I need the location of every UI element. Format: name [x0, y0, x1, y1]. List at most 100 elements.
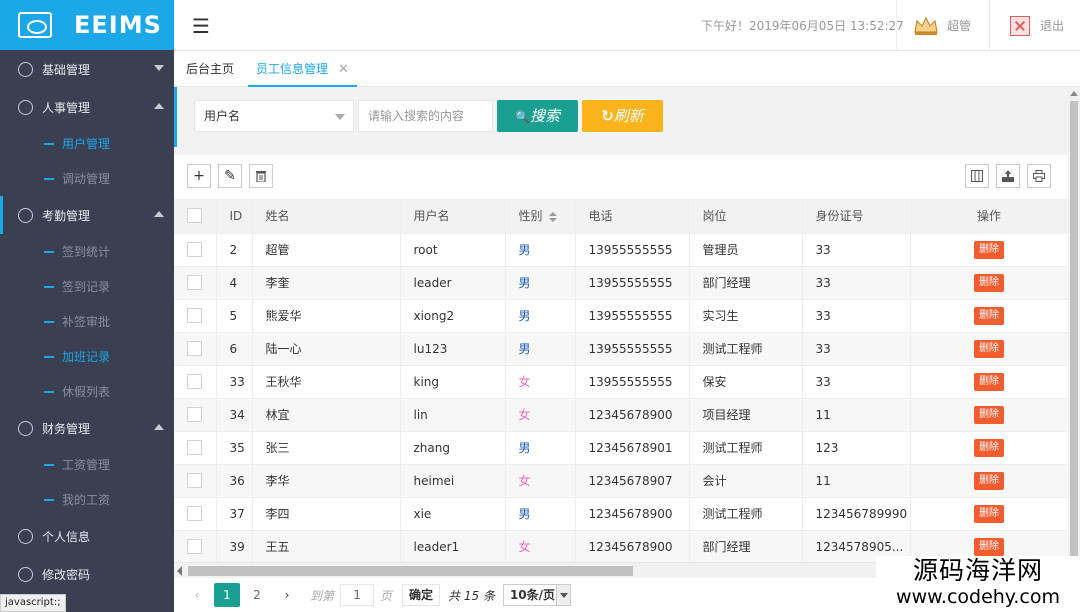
row-checkbox[interactable] — [174, 464, 217, 498]
row-checkbox[interactable] — [174, 365, 217, 399]
key-icon — [18, 566, 33, 582]
tab-home[interactable]: 后台主页 — [186, 51, 234, 87]
cell-id: 2 — [216, 233, 253, 267]
cell-phone: 12345678900 — [575, 530, 690, 562]
delete-button[interactable] — [249, 164, 273, 188]
col-gender[interactable]: 性别 — [505, 199, 576, 234]
scroll-up-arrow-icon[interactable] — [1070, 91, 1078, 96]
menu-toggle-icon[interactable]: ☰ — [192, 14, 210, 38]
logout-button[interactable]: 退出 — [989, 0, 1080, 51]
sidebar-item[interactable]: 休假列表 — [0, 374, 174, 409]
sidebar-group-label: 个人信息 — [42, 529, 91, 544]
select-all-checkbox[interactable] — [174, 199, 217, 234]
row-delete-button[interactable]: 删除 — [974, 537, 1004, 556]
export-button[interactable] — [996, 164, 1020, 188]
cell-id: 37 — [216, 497, 253, 531]
sidebar-group[interactable]: 考勤管理 — [0, 196, 174, 234]
row-checkbox[interactable] — [174, 497, 217, 531]
prev-page-button[interactable]: ‹ — [184, 583, 210, 607]
page-1[interactable]: 1 — [214, 583, 240, 607]
tab-label: 员工信息管理 — [256, 62, 329, 76]
edit-button[interactable]: ✎ — [218, 164, 242, 188]
print-icon — [1033, 170, 1045, 182]
table-row[interactable]: 33 王秋华 king 女 13955555555 保安 33 删除 — [174, 365, 1068, 399]
row-delete-button[interactable]: 删除 — [974, 504, 1004, 523]
close-icon[interactable]: ✕ — [338, 62, 349, 77]
row-checkbox[interactable] — [174, 398, 217, 432]
cell-phone: 12345678900 — [575, 497, 690, 531]
row-delete-button[interactable]: 删除 — [974, 339, 1004, 358]
row-delete-button[interactable]: 删除 — [974, 273, 1004, 292]
cell-idcard: 33 — [802, 332, 911, 366]
sidebar-item[interactable]: 我的工资 — [0, 482, 174, 517]
search-button[interactable]: 🔍搜索 — [497, 100, 578, 132]
row-checkbox[interactable] — [174, 266, 217, 300]
row-delete-button[interactable]: 删除 — [974, 306, 1004, 325]
table-row[interactable]: 2 超管 root 男 13955555555 管理员 33 删除 — [174, 233, 1068, 267]
table-row[interactable]: 35 张三 zhang 男 12345678901 测试工程师 123 删除 — [174, 431, 1068, 465]
cell-action: 删除 — [910, 464, 1068, 498]
row-delete-button[interactable]: 删除 — [974, 240, 1004, 259]
cell-position: 实习生 — [689, 299, 803, 333]
row-checkbox[interactable] — [174, 530, 217, 562]
table-row[interactable]: 37 李四 xie 男 12345678900 测试工程师 123456789990 删除 — [174, 497, 1068, 531]
logo[interactable]: EEIMS — [0, 0, 174, 50]
vertical-scrollbar[interactable] — [1068, 87, 1080, 612]
row-delete-button[interactable]: 删除 — [974, 471, 1004, 490]
row-delete-button[interactable]: 删除 — [974, 405, 1004, 424]
row-checkbox[interactable] — [174, 431, 217, 465]
goto-confirm-button[interactable]: 确定 — [402, 584, 441, 606]
sidebar-item[interactable]: 用户管理 — [0, 126, 174, 161]
print-button[interactable] — [1027, 164, 1051, 188]
cell-name: 林宜 — [252, 398, 401, 432]
col-position[interactable]: 岗位 — [689, 199, 803, 234]
tab-employee-info[interactable]: 员工信息管理 ✕ — [248, 51, 357, 87]
table-row[interactable]: 36 李华 heimei 女 12345678907 会计 11 删除 — [174, 464, 1068, 498]
sidebar-item[interactable]: 签到统计 — [0, 234, 174, 269]
search-input[interactable]: 请输入搜索的内容 — [358, 100, 493, 132]
vertical-scrollbar-thumb[interactable] — [1070, 101, 1078, 601]
sort-icon[interactable] — [548, 211, 557, 222]
cell-id: 36 — [216, 464, 253, 498]
sidebar-item[interactable]: 补签审批 — [0, 304, 174, 339]
row-checkbox[interactable] — [174, 299, 217, 333]
cell-idcard: 123456789990 — [802, 497, 911, 531]
row-checkbox[interactable] — [174, 233, 217, 267]
sidebar-item[interactable]: 调动管理 — [0, 161, 174, 196]
col-idcard[interactable]: 身份证号 — [802, 199, 911, 234]
sidebar-item[interactable]: 工资管理 — [0, 447, 174, 482]
search-field-select[interactable]: 用户名 — [194, 100, 354, 132]
row-checkbox[interactable] — [174, 332, 217, 366]
export-icon — [1002, 170, 1014, 182]
col-name[interactable]: 姓名 — [252, 199, 401, 234]
scrollbar-thumb[interactable] — [188, 566, 633, 576]
sidebar-item[interactable]: 加班记录 — [0, 339, 174, 374]
sidebar-group[interactable]: 修改密码 — [0, 555, 174, 593]
table-row[interactable]: 6 陆一心 lu123 男 13955555555 测试工程师 33 删除 — [174, 332, 1068, 366]
cell-id: 34 — [216, 398, 253, 432]
refresh-button[interactable]: ↻刷新 — [582, 100, 663, 132]
table-row[interactable]: 34 林宜 lin 女 12345678900 项目经理 11 删除 — [174, 398, 1068, 432]
refresh-icon: ↻ — [601, 107, 614, 125]
sidebar-group[interactable]: 个人信息 — [0, 517, 174, 555]
table-row[interactable]: 4 李奎 leader 男 13955555555 部门经理 33 删除 — [174, 266, 1068, 300]
add-button[interactable]: + — [187, 164, 211, 188]
row-delete-button[interactable]: 删除 — [974, 438, 1004, 457]
page-size-select[interactable]: 10条/页 — [502, 584, 571, 606]
next-page-button[interactable]: › — [274, 583, 300, 607]
page-2[interactable]: 2 — [244, 583, 270, 607]
table-row[interactable]: 5 熊爱华 xiong2 男 13955555555 实习生 33 删除 — [174, 299, 1068, 333]
columns-filter-button[interactable] — [965, 164, 989, 188]
sidebar-group[interactable]: 人事管理 — [0, 88, 174, 126]
user-menu[interactable]: 超管 — [896, 0, 988, 51]
scroll-left-arrow-icon[interactable] — [177, 566, 182, 576]
col-phone[interactable]: 电话 — [575, 199, 690, 234]
sidebar-group[interactable]: 基础管理 — [0, 50, 174, 88]
sidebar-group[interactable]: 财务管理 — [0, 409, 174, 447]
col-username[interactable]: 用户名 — [400, 199, 506, 234]
col-id[interactable]: ID — [216, 199, 253, 234]
cell-username: king — [400, 365, 506, 399]
goto-page-input[interactable]: 1 — [340, 584, 375, 606]
row-delete-button[interactable]: 删除 — [974, 372, 1004, 391]
sidebar-item[interactable]: 签到记录 — [0, 269, 174, 304]
